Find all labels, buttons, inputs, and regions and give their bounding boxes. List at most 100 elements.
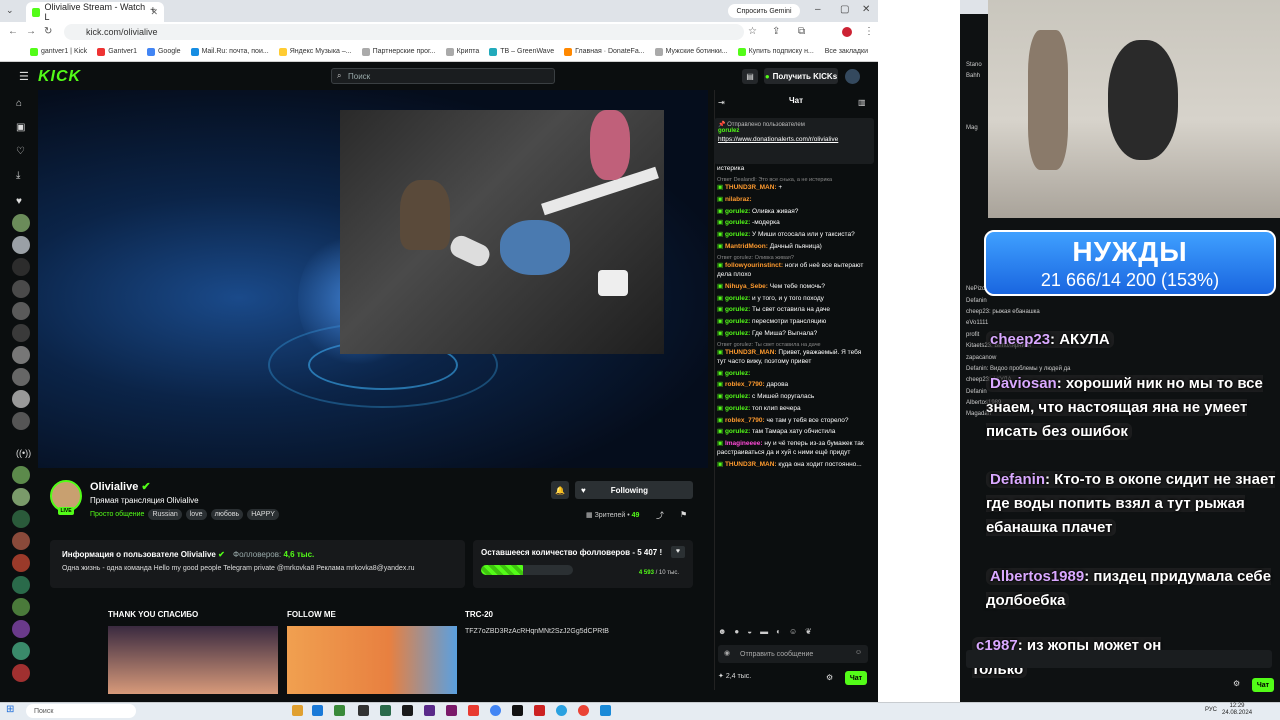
extensions-icon[interactable]: ⧉ [798,26,805,37]
chrome-icon[interactable] [578,705,589,716]
chat-username[interactable]: gorulez: [725,306,752,313]
followed-channel-avatar[interactable] [12,280,30,298]
chat-username[interactable]: roblex_7790: [725,417,767,424]
get-kicks-button[interactable]: ● Получить KICKs [764,68,838,84]
tab-olivialive[interactable]: Olivialive Stream - Watch L ✕ [26,2,164,22]
tag-chip[interactable]: Russian [148,509,182,520]
recommended-channel-avatar[interactable] [12,532,30,550]
taskbar-search[interactable]: Поиск [26,704,136,718]
browser-menu-icon[interactable]: ⋮ [864,26,874,37]
recommended-channel-avatar[interactable] [12,576,30,594]
recommended-channel-avatar[interactable] [12,488,30,506]
bookmark-item[interactable]: Мужские ботинки... [654,47,728,56]
minimize-icon[interactable]: – [815,4,821,15]
emote-icon[interactable]: ☻ [718,627,726,639]
goal-heart-icon[interactable]: ♥ [671,546,685,558]
bookmark-item[interactable]: Крипта [445,47,479,56]
library-icon[interactable]: ▤ [742,69,758,84]
language-indicator[interactable]: РУС [1205,707,1217,713]
followed-channel-avatar[interactable] [12,324,30,342]
emote-icon[interactable]: ◒ [747,627,752,639]
tag-chip[interactable]: любовь [210,509,244,520]
chat-input[interactable]: ◉ Отправить сообщение ☺ [718,645,868,663]
recommended-channel-avatar[interactable] [12,466,30,484]
telegram-icon[interactable] [556,705,567,716]
chrome-icon[interactable] [490,705,501,716]
pinned-link[interactable]: https://www.donationalerts.com/r/olivial… [718,136,870,143]
followed-channel-avatar[interactable] [12,412,30,430]
home-icon[interactable]: ⌂ [16,98,22,109]
new-tab-icon[interactable]: + [150,5,156,16]
emote-icon[interactable]: ▬ [760,627,768,639]
chat-username[interactable]: gorulez: [725,405,752,412]
chat-username[interactable]: gorulez: [725,208,752,215]
followed-channel-avatar[interactable] [12,214,30,232]
chat-username[interactable]: Imagineeee: [725,440,764,447]
streamer-name[interactable]: Olivialive ✔ [90,480,151,493]
share-icon[interactable]: ⤴ [656,510,664,521]
app-icon[interactable] [468,705,479,716]
emoji-picker-icon[interactable]: ☺ [855,649,862,656]
bookmark-item[interactable]: gantver1 | Kick [30,47,87,56]
category-link[interactable]: Просто общение [90,509,144,520]
back-icon[interactable]: ← [8,26,18,37]
chat-username[interactable]: gorulez: [725,393,752,400]
hamburger-menu-icon[interactable]: ☰ [19,70,29,83]
side-chat-input[interactable] [966,650,1272,668]
chat-username[interactable]: gorulez: [725,219,752,226]
forward-icon[interactable]: → [26,26,36,37]
app-icon[interactable] [402,705,413,716]
preview-tab[interactable] [960,0,990,14]
following-button[interactable]: ♥ Following [575,481,693,499]
chat-mode-icon[interactable]: ◉ [724,649,730,657]
chat-settings-icon[interactable]: ⚙ [826,673,833,682]
app-icon[interactable] [446,705,457,716]
gemini-button[interactable]: Спросить Gemini [728,4,800,18]
taskbar-clock[interactable]: 12:29 24.08.2024 [1222,703,1252,717]
close-window-icon[interactable]: ✕ [862,4,870,15]
thank-you-panel-image[interactable] [108,626,278,694]
tag-chip[interactable]: love [185,509,207,520]
bookmark-item[interactable]: Купить подписку н... [737,47,814,56]
bookmark-item[interactable]: Яндекс Музыка –... [278,47,352,56]
follow-me-panel-image[interactable] [287,626,457,694]
side-chat-settings-icon[interactable]: ⚙ [1233,679,1240,688]
edge-icon[interactable] [312,705,323,716]
emote-icon[interactable]: ☺ [789,627,797,639]
profile-avatar[interactable] [842,27,852,37]
start-icon[interactable]: ⊞ [6,704,14,715]
bookmark-item[interactable]: Партнерские прог... [361,47,436,56]
recommended-channel-avatar[interactable] [12,554,30,572]
emote-icon[interactable]: ◐ [776,627,781,639]
file-explorer-icon[interactable] [292,705,303,716]
chat-username[interactable]: nilabraz: [725,196,752,203]
bookmark-item[interactable]: Google [146,47,181,56]
app-icon[interactable] [600,705,611,716]
bookmark-star-icon[interactable]: ☆ [748,26,757,37]
recommended-channel-avatar[interactable] [12,664,30,682]
bookmark-item[interactable]: Gantver1 [97,47,137,56]
all-bookmarks[interactable]: Все закладки [825,48,878,55]
recommended-channel-avatar[interactable] [12,598,30,616]
chat-username[interactable]: MantridMoon: [725,243,770,250]
chat-send-button[interactable]: Чат [845,671,867,685]
bookmark-item[interactable]: Главная · DonateFa... [564,47,645,56]
recommended-channel-avatar[interactable] [12,642,30,660]
chat-users-icon[interactable]: ▥ [858,98,866,107]
address-bar[interactable]: kick.com/olivialive [64,24,744,40]
app-icon[interactable] [424,705,435,716]
chat-username[interactable]: gorulez: [725,295,752,302]
followed-channel-avatar[interactable] [12,390,30,408]
followed-channel-avatar[interactable] [12,346,30,364]
side-chat-send-button[interactable]: Чат [1252,678,1274,692]
reload-icon[interactable]: ↻ [44,26,52,37]
app-icon[interactable] [334,705,345,716]
tab-search-icon[interactable]: ⌄ [6,5,14,16]
tag-chip[interactable]: HAPPY [247,509,279,520]
followed-channel-avatar[interactable] [12,258,30,276]
emote-icon[interactable]: ❦ [805,627,812,639]
recommended-channel-avatar[interactable] [12,510,30,528]
chat-username[interactable]: Nihuya_Sebe: [725,283,770,290]
chat-username[interactable]: gorulez: [725,428,752,435]
bookmark-item[interactable]: TB – GreenWave [489,47,554,56]
